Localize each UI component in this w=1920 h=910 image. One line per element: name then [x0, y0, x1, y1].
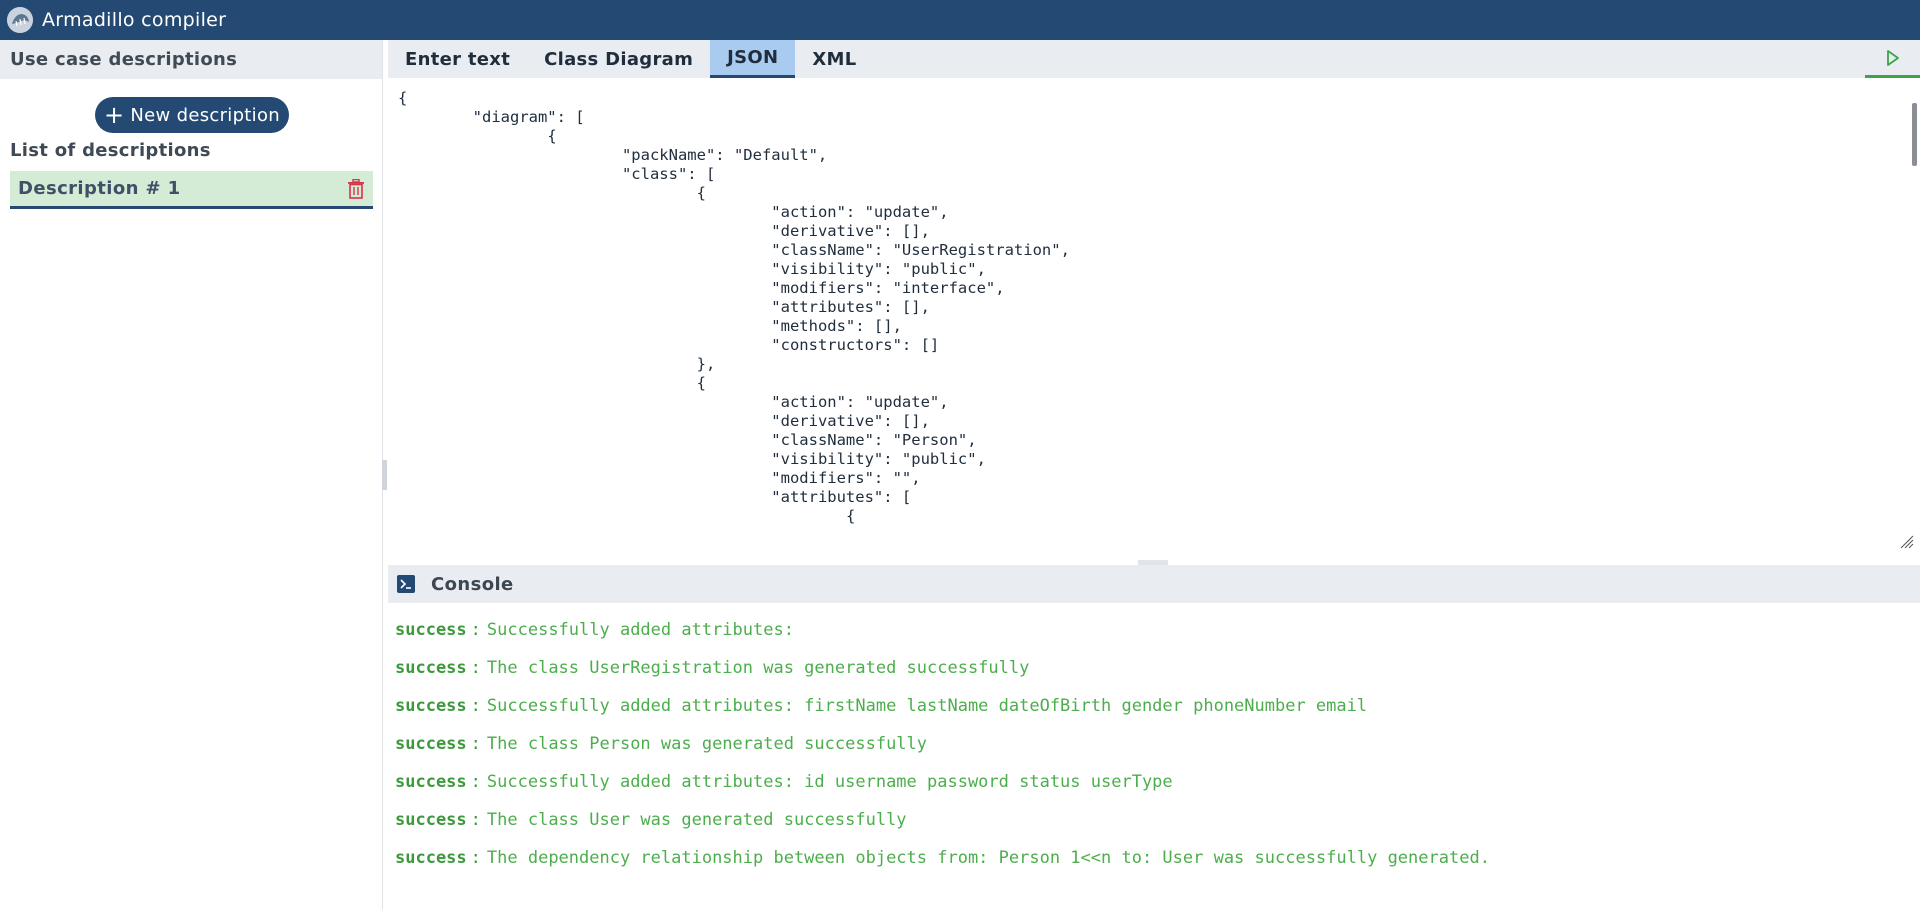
log-status: success	[395, 620, 467, 640]
new-description-label: New description	[130, 104, 280, 126]
console-line: success: The class User was generated suc…	[395, 810, 1490, 848]
log-message: Successfully added attributes:	[486, 620, 794, 640]
console-line: success: Successfully added attributes: i…	[395, 772, 1490, 810]
json-editor[interactable]: { "diagram": [ { "packName": "Default", …	[388, 78, 1920, 561]
log-message: Successfully added attributes: id userna…	[486, 772, 1173, 792]
new-description-button[interactable]: + New description	[95, 97, 289, 133]
sidebar: Use case descriptions + New description …	[0, 40, 383, 910]
trash-icon[interactable]	[347, 178, 365, 199]
log-status: success	[395, 734, 467, 754]
log-message: The class User was generated successfull…	[486, 810, 907, 830]
log-separator: :	[470, 620, 481, 640]
log-message: The class UserRegistration was generated…	[486, 658, 1030, 678]
editor-scrollbar-thumb[interactable]	[1912, 103, 1917, 166]
list-item-description-1[interactable]: Description # 1	[10, 171, 373, 209]
tab-bar: Enter text Class Diagram JSON XML	[388, 40, 1920, 78]
log-message: Successfully added attributes: firstName…	[486, 696, 1368, 716]
plus-icon: +	[104, 101, 125, 129]
console-panel: Console success: Successfully added attri…	[388, 565, 1920, 910]
log-separator: :	[470, 658, 481, 678]
log-separator: :	[470, 734, 481, 754]
console-line: success: The dependency relationship betw…	[395, 848, 1490, 886]
log-status: success	[395, 696, 467, 716]
run-button[interactable]	[1865, 40, 1920, 78]
console-header: Console	[388, 565, 1920, 603]
sidebar-resize-handle[interactable]	[382, 460, 387, 490]
tab-json[interactable]: JSON	[710, 40, 796, 78]
log-separator: :	[470, 848, 481, 868]
terminal-icon	[397, 575, 415, 593]
log-separator: :	[470, 696, 481, 716]
title-bar: Armadillo compiler	[0, 0, 1920, 40]
log-status: success	[395, 810, 467, 830]
log-message: The dependency relationship between obje…	[486, 848, 1490, 868]
tab-enter-text[interactable]: Enter text	[388, 40, 527, 78]
tab-class-diagram[interactable]: Class Diagram	[527, 40, 710, 78]
console-line: success: The class Person was generated s…	[395, 734, 1490, 772]
tab-xml[interactable]: XML	[795, 40, 873, 78]
log-separator: :	[470, 810, 481, 830]
play-icon	[1886, 49, 1900, 67]
console-log: success: Successfully added attributes: s…	[395, 620, 1490, 886]
log-message: The class Person was generated successfu…	[486, 734, 928, 754]
log-status: success	[395, 658, 467, 678]
console-line: success: Successfully added attributes: f…	[395, 696, 1490, 734]
editor-scrollbar[interactable]	[1907, 78, 1920, 561]
console-line: success: Successfully added attributes:	[395, 620, 1490, 658]
json-content[interactable]: { "diagram": [ { "packName": "Default", …	[398, 89, 1070, 526]
sidebar-header: Use case descriptions	[0, 40, 382, 79]
console-title: Console	[431, 573, 514, 595]
log-separator: :	[470, 772, 481, 792]
console-line: success: The class UserRegistration was g…	[395, 658, 1490, 696]
armadillo-logo-icon	[7, 7, 33, 33]
resize-grip-icon[interactable]	[1898, 533, 1914, 549]
log-status: success	[395, 848, 467, 868]
log-status: success	[395, 772, 467, 792]
app-title: Armadillo compiler	[42, 9, 227, 31]
description-item-label: Description # 1	[18, 178, 181, 199]
descriptions-list-title: List of descriptions	[10, 140, 211, 161]
